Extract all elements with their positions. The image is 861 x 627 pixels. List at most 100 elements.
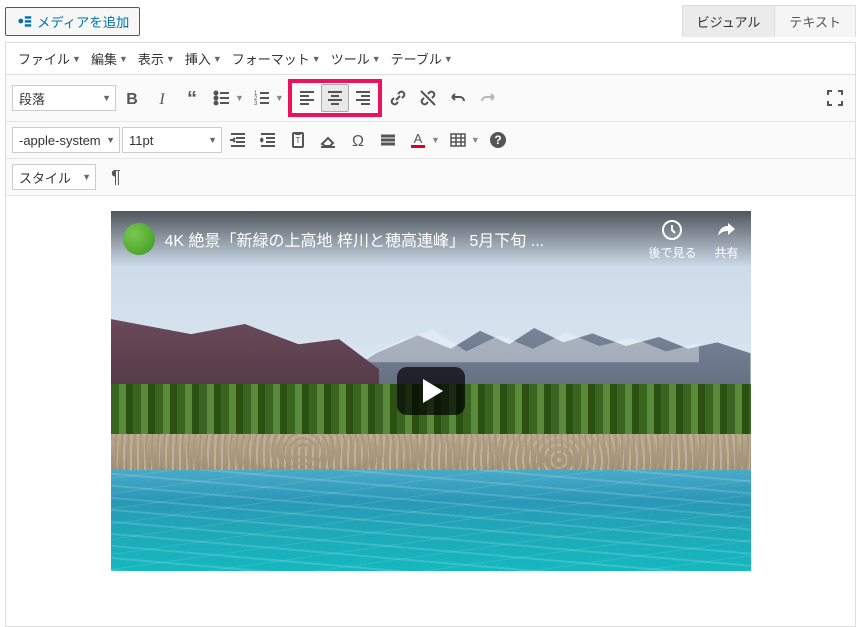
- caret-icon: ▼: [312, 54, 321, 64]
- font-family-select[interactable]: -apple-system▼: [12, 127, 120, 153]
- special-char-button[interactable]: Ω: [344, 126, 372, 154]
- svg-text:B: B: [126, 91, 138, 108]
- caret-icon: ▼: [444, 54, 453, 64]
- caret-icon: ▼: [119, 54, 128, 64]
- caret-icon[interactable]: ▼: [471, 135, 480, 145]
- svg-text:3: 3: [254, 101, 258, 107]
- bullet-list-button[interactable]: [208, 84, 236, 112]
- video-title[interactable]: 4K 絶景「新緑の上高地 梓川と穂高連峰」 5月下旬 ...: [165, 227, 649, 251]
- unlink-icon: [418, 88, 438, 108]
- menu-view[interactable]: 表示▼: [134, 46, 179, 71]
- numbered-list-button[interactable]: 123: [248, 84, 276, 112]
- add-media-button[interactable]: メディアを追加: [5, 7, 140, 36]
- bold-button[interactable]: B: [118, 84, 146, 112]
- table-icon: [448, 130, 468, 150]
- menubar: ファイル▼ 編集▼ 表示▼ 挿入▼ フォーマット▼ ツール▼ テーブル▼: [6, 43, 855, 75]
- caret-icon[interactable]: ▼: [431, 135, 440, 145]
- show-blocks-button[interactable]: ¶: [102, 163, 130, 191]
- clipboard-icon: T: [288, 130, 308, 150]
- caret-icon: ▼: [213, 54, 222, 64]
- menu-format[interactable]: フォーマット▼: [228, 46, 325, 71]
- table-button[interactable]: [444, 126, 472, 154]
- fullscreen-icon: [825, 88, 845, 108]
- align-center-icon: [325, 88, 345, 108]
- svg-text:¶: ¶: [111, 167, 121, 187]
- indent-icon: [258, 130, 278, 150]
- tab-text[interactable]: テキスト: [774, 6, 855, 37]
- caret-icon: ▼: [82, 172, 91, 182]
- clock-icon: [660, 218, 684, 242]
- outdent-button[interactable]: [224, 126, 252, 154]
- redo-button[interactable]: [474, 84, 502, 112]
- share-icon: [714, 218, 738, 242]
- watch-later-button[interactable]: 後で見る: [648, 218, 696, 261]
- align-left-icon: [297, 88, 317, 108]
- tab-visual[interactable]: ビジュアル: [683, 6, 775, 37]
- svg-text:Ω: Ω: [352, 133, 364, 150]
- svg-text:A: A: [414, 131, 423, 146]
- menu-edit[interactable]: 編集▼: [87, 46, 132, 71]
- quote-icon: “: [182, 88, 202, 108]
- menu-file[interactable]: ファイル▼: [14, 46, 85, 71]
- omega-icon: Ω: [348, 130, 368, 150]
- channel-avatar[interactable]: [123, 223, 155, 255]
- alignment-highlight: [288, 79, 382, 117]
- font-size-select[interactable]: 11pt▼: [122, 127, 222, 153]
- undo-icon: [448, 88, 468, 108]
- blockquote-button[interactable]: “: [178, 84, 206, 112]
- caret-icon: ▼: [166, 54, 175, 64]
- toolbar-row-1: 段落▼ B I “ ▼ 123▼: [6, 75, 855, 122]
- paste-text-button[interactable]: T: [284, 126, 312, 154]
- toolbar-row-2: -apple-system▼ 11pt▼ T Ω A ▼ ▼ ?: [6, 122, 855, 159]
- text-color-button[interactable]: A: [404, 126, 432, 154]
- outdent-icon: [228, 130, 248, 150]
- share-button[interactable]: 共有: [714, 218, 738, 261]
- align-right-button[interactable]: [349, 84, 377, 112]
- align-right-icon: [353, 88, 373, 108]
- italic-button[interactable]: I: [148, 84, 176, 112]
- indent-button[interactable]: [254, 126, 282, 154]
- menu-tools[interactable]: ツール▼: [327, 46, 385, 71]
- editor: ファイル▼ 編集▼ 表示▼ 挿入▼ フォーマット▼ ツール▼ テーブル▼ 段落▼…: [5, 42, 856, 627]
- bullet-list-icon: [212, 88, 232, 108]
- caret-icon: ▼: [372, 54, 381, 64]
- link-icon: [388, 88, 408, 108]
- menu-insert[interactable]: 挿入▼: [181, 46, 226, 71]
- add-media-label: メディアを追加: [37, 12, 129, 31]
- video-header: 4K 絶景「新緑の上高地 梓川と穂高連峰」 5月下旬 ... 後で見る 共有: [111, 211, 751, 267]
- caret-icon[interactable]: ▼: [275, 93, 284, 103]
- svg-text:“: “: [187, 88, 197, 108]
- bold-icon: B: [122, 88, 142, 108]
- editor-mode-tabs: ビジュアル テキスト: [682, 5, 856, 37]
- undo-button[interactable]: [444, 84, 472, 112]
- caret-icon: ▼: [72, 54, 81, 64]
- align-left-button[interactable]: [293, 84, 321, 112]
- caret-icon[interactable]: ▼: [235, 93, 244, 103]
- link-button[interactable]: [384, 84, 412, 112]
- caret-icon: ▼: [102, 93, 111, 103]
- menu-table[interactable]: テーブル▼: [387, 46, 457, 71]
- video-embed[interactable]: 4K 絶景「新緑の上高地 梓川と穂高連峰」 5月下旬 ... 後で見る 共有: [111, 211, 751, 571]
- help-icon: ?: [488, 130, 508, 150]
- numbered-list-icon: 123: [252, 88, 272, 108]
- play-button[interactable]: [397, 367, 465, 415]
- unlink-button[interactable]: [414, 84, 442, 112]
- align-center-button[interactable]: [321, 84, 349, 112]
- eraser-icon: [318, 130, 338, 150]
- svg-text:I: I: [158, 91, 165, 108]
- redo-icon: [478, 88, 498, 108]
- fullscreen-button[interactable]: [821, 84, 849, 112]
- aux-button[interactable]: [374, 126, 402, 154]
- media-icon: [16, 13, 32, 29]
- svg-text:T: T: [296, 136, 301, 145]
- paragraph-select[interactable]: 段落▼: [12, 85, 116, 111]
- text-color-icon: A: [408, 130, 428, 150]
- toolbar-row-3: スタイル▼ ¶: [6, 159, 855, 196]
- help-button[interactable]: ?: [484, 126, 512, 154]
- clear-format-button[interactable]: [314, 126, 342, 154]
- editor-content[interactable]: 4K 絶景「新緑の上高地 梓川と穂高連峰」 5月下旬 ... 後で見る 共有: [6, 196, 855, 626]
- italic-icon: I: [152, 88, 172, 108]
- svg-text:?: ?: [494, 133, 501, 147]
- style-select[interactable]: スタイル▼: [12, 164, 96, 190]
- pilcrow-icon: ¶: [106, 167, 126, 187]
